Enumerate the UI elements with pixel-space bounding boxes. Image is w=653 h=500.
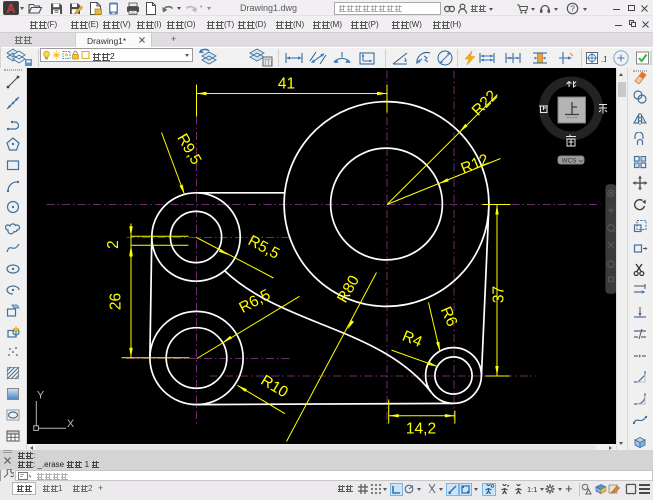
svg-text:R10: R10 xyxy=(258,372,291,401)
svg-text:14,2: 14,2 xyxy=(406,421,436,438)
svg-text:37: 37 xyxy=(491,286,508,303)
svg-text:R80: R80 xyxy=(334,272,363,305)
svg-text:Y: Y xyxy=(37,390,45,402)
svg-text:R6,5: R6,5 xyxy=(236,286,273,316)
svg-text:R12: R12 xyxy=(458,151,491,177)
svg-text:R4: R4 xyxy=(400,328,425,351)
svg-text:.1: .1 xyxy=(601,55,606,64)
svg-text:26: 26 xyxy=(108,293,125,310)
svg-text:41: 41 xyxy=(278,76,295,93)
svg-text:?: ? xyxy=(570,4,575,14)
svg-text:A: A xyxy=(7,2,16,16)
svg-text:R5,5: R5,5 xyxy=(245,232,282,262)
svg-text:R9,5: R9,5 xyxy=(173,131,204,168)
svg-text:R22: R22 xyxy=(469,87,501,119)
svg-text:R6: R6 xyxy=(437,304,461,329)
svg-text:WCS: WCS xyxy=(562,157,576,164)
svg-text:X: X xyxy=(67,418,75,430)
svg-text:2: 2 xyxy=(105,240,122,249)
